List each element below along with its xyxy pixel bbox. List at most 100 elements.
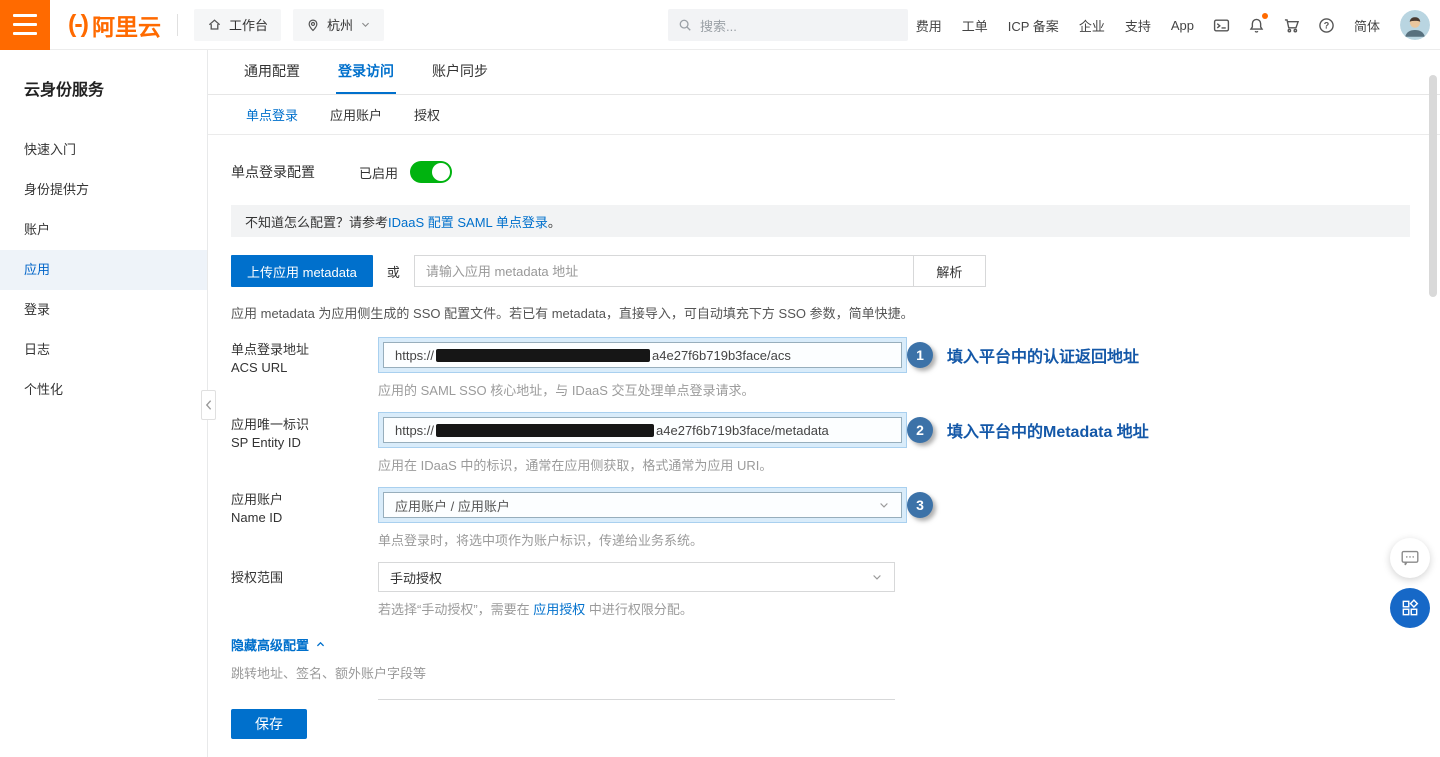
sidebar-item-logs[interactable]: 日志 — [0, 330, 207, 370]
nameid-label-cn: 应用账户 — [231, 491, 378, 509]
notification-dot — [1262, 13, 1268, 19]
nav-link-enterprise[interactable]: 企业 — [1079, 16, 1105, 35]
subtab-bar: 单点登录 应用账户 授权 — [208, 95, 1440, 135]
sso-enabled-toggle[interactable] — [410, 161, 452, 183]
sso-config-label: 单点登录配置 — [231, 162, 315, 182]
main-content: 通用配置 登录访问 账户同步 单点登录 应用账户 授权 单点登录配置 已启用 不… — [208, 50, 1440, 757]
redaction-bar — [436, 424, 654, 437]
notification-bell-icon[interactable] — [1248, 17, 1265, 34]
search-placeholder: 搜索... — [700, 16, 737, 35]
acs-url-label: 单点登录地址 ACS URL — [231, 337, 378, 412]
chevron-up-icon — [315, 639, 326, 650]
acs-value-suffix: a4e27f6b719b3face/acs — [652, 348, 791, 363]
sso-toggle-row: 单点登录配置 已启用 — [231, 161, 1410, 183]
region-label: 杭州 — [327, 15, 353, 34]
hamburger-menu-button[interactable] — [0, 0, 50, 50]
auth-scope-select[interactable]: 手动授权 — [378, 562, 895, 592]
parse-button[interactable]: 解析 — [914, 255, 986, 287]
name-id-select[interactable]: 应用账户 / 应用账户 — [383, 492, 902, 518]
action-footer: 保存 — [208, 700, 1440, 757]
name-id-highlight: 应用账户 / 应用账户 — [378, 487, 907, 523]
annotation-3-badge: 3 — [907, 492, 933, 518]
help-icon[interactable]: ? — [1318, 17, 1335, 34]
sp-entity-input[interactable]: https://a4e27f6b719b3face/metadata — [383, 417, 902, 443]
sso-config-panel: 单点登录配置 已启用 不知道怎么配置？请参考 IDaaS 配置 SAML 单点登… — [208, 161, 1440, 731]
tab-bar: 通用配置 登录访问 账户同步 — [208, 50, 1440, 95]
subtab-authorization[interactable]: 授权 — [414, 105, 440, 124]
nav-link-icp[interactable]: ICP 备案 — [1008, 16, 1059, 35]
sp-value-suffix: a4e27f6b719b3face/metadata — [656, 423, 829, 438]
tab-login-access[interactable]: 登录访问 — [336, 50, 396, 94]
location-pin-icon — [306, 18, 320, 32]
auth-scope-helper: 若选择“手动授权”，需要在 应用授权 中进行权限分配。 — [378, 599, 895, 618]
nav-link-billing[interactable]: 费用 — [916, 16, 942, 35]
sidebar-title: 云身份服务 — [0, 50, 207, 100]
search-icon — [678, 18, 692, 32]
save-button[interactable]: 保存 — [231, 709, 307, 739]
chevron-down-icon — [878, 499, 890, 511]
subtab-sso[interactable]: 单点登录 — [246, 105, 298, 124]
sidebar-nav: 快速入门 身份提供方 账户 应用 登录 日志 个性化 — [0, 130, 207, 410]
language-switcher[interactable]: 简体 — [1354, 16, 1380, 35]
metadata-description: 应用 metadata 为应用侧生成的 SSO 配置文件。若已有 metadat… — [231, 303, 1410, 322]
topbar: (-) 阿里云 工作台 杭州 搜索... 费用 工单 ICP 备案 企业 支持 … — [0, 0, 1440, 50]
workbench-label: 工作台 — [229, 15, 268, 34]
grid-diamond-icon — [1400, 598, 1420, 618]
redaction-bar — [436, 349, 650, 362]
help-text-prefix: 不知道怎么配置？请参考 — [245, 212, 388, 231]
tab-account-sync[interactable]: 账户同步 — [430, 50, 490, 94]
mini-apps-button[interactable] — [1390, 588, 1430, 628]
sp-entity-row: 应用唯一标识 SP Entity ID https://a4e27f6b719b… — [231, 412, 1410, 487]
auth-scope-helper-prefix: 若选择“手动授权”，需要在 — [378, 602, 533, 617]
sso-form: 单点登录地址 ACS URL https://a4e27f6b719b3face… — [231, 337, 1410, 731]
name-id-label: 应用账户 Name ID — [231, 487, 378, 562]
region-selector[interactable]: 杭州 — [293, 9, 384, 41]
acs-url-helper: 应用的 SAML SSO 核心地址，与 IDaaS 交互处理单点登录请求。 — [378, 380, 907, 399]
svg-text:?: ? — [1324, 20, 1330, 30]
annotation-2: 2 填入平台中的Metadata 地址 — [907, 417, 1149, 443]
auth-scope-value: 手动授权 — [390, 568, 442, 587]
cloudshell-terminal-icon[interactable] — [1213, 17, 1230, 34]
sidebar-item-identity-provider[interactable]: 身份提供方 — [0, 170, 207, 210]
name-id-helper: 单点登录时，将选中项作为账户标识，传递给业务系统。 — [378, 530, 907, 549]
feedback-chat-button[interactable] — [1390, 538, 1430, 578]
nav-link-tickets[interactable]: 工单 — [962, 16, 988, 35]
help-doc-link[interactable]: IDaaS 配置 SAML 单点登录 — [388, 212, 548, 231]
sp-entity-helper: 应用在 IDaaS 中的标识，通常在应用侧获取，格式通常为应用 URI。 — [378, 455, 907, 474]
sidebar-item-personalization[interactable]: 个性化 — [0, 370, 207, 410]
chat-bubble-icon — [1399, 547, 1421, 569]
advanced-description: 跳转地址、签名、额外账户字段等 — [231, 663, 1410, 682]
auth-scope-label: 授权范围 — [231, 562, 378, 631]
nameid-label-en: Name ID — [231, 509, 378, 527]
sp-label-cn: 应用唯一标识 — [231, 416, 378, 434]
acs-url-input[interactable]: https://a4e27f6b719b3face/acs — [383, 342, 902, 368]
sso-status-label: 已启用 — [359, 163, 398, 182]
avatar[interactable] — [1400, 10, 1430, 40]
upload-metadata-button[interactable]: 上传应用 metadata — [231, 255, 373, 287]
workbench-button[interactable]: 工作台 — [194, 9, 281, 41]
sidebar-item-applications[interactable]: 应用 — [0, 250, 207, 290]
metadata-url-input[interactable] — [414, 255, 914, 287]
nav-link-app[interactable]: App — [1171, 18, 1194, 33]
advanced-toggle-label: 隐藏高级配置 — [231, 635, 309, 654]
sidebar-item-quickstart[interactable]: 快速入门 — [0, 130, 207, 170]
sidebar-item-accounts[interactable]: 账户 — [0, 210, 207, 250]
advanced-config-toggle[interactable]: 隐藏高级配置 — [231, 635, 326, 654]
aliyun-logo-text: 阿里云 — [92, 8, 161, 42]
cart-icon[interactable] — [1283, 17, 1300, 34]
app-authorization-link[interactable]: 应用授权 — [533, 602, 585, 617]
name-id-row: 应用账户 Name ID 应用账户 / 应用账户 单点登录时，将选中项作为账户标… — [231, 487, 1410, 562]
metadata-import-row: 上传应用 metadata 或 解析 — [231, 255, 1410, 287]
aliyun-logo[interactable]: (-) 阿里云 — [68, 8, 161, 42]
search-box[interactable]: 搜索... — [668, 9, 908, 41]
acs-url-highlight: https://a4e27f6b719b3face/acs — [378, 337, 907, 373]
help-infobar: 不知道怎么配置？请参考 IDaaS 配置 SAML 单点登录 。 — [231, 205, 1410, 237]
sidebar-item-login[interactable]: 登录 — [0, 290, 207, 330]
vertical-scrollbar[interactable] — [1429, 75, 1437, 297]
name-id-value: 应用账户 / 应用账户 — [395, 496, 510, 515]
sidebar-collapse-handle[interactable] — [201, 390, 216, 420]
subtab-app-account[interactable]: 应用账户 — [330, 105, 382, 124]
chevron-left-icon — [204, 399, 213, 411]
nav-link-support[interactable]: 支持 — [1125, 16, 1151, 35]
tab-general-config[interactable]: 通用配置 — [242, 50, 302, 94]
